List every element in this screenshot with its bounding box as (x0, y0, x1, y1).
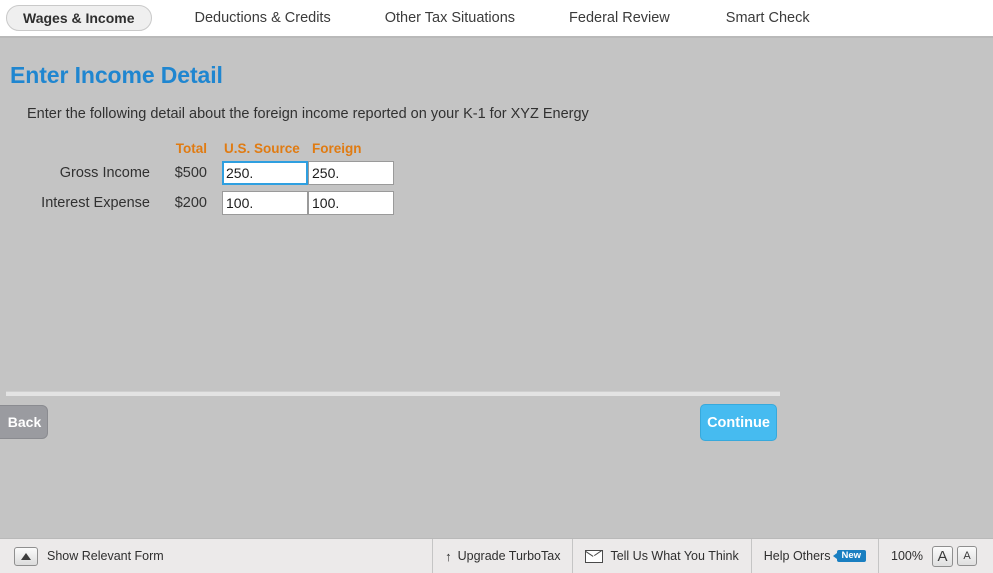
tab-deductions-credits[interactable]: Deductions & Credits (180, 5, 346, 31)
font-size-decrease-button[interactable]: A (957, 546, 977, 566)
triangle-up-icon[interactable] (14, 546, 38, 566)
show-relevant-form-item[interactable]: Show Relevant Form (0, 539, 432, 573)
row-total-interest-expense: $200 (174, 195, 207, 211)
table-header-us-source: U.S. Source (224, 140, 300, 156)
page-content: Enter Income Detail Enter the following … (0, 38, 993, 538)
table-header-row: Total U.S. Source Foreign (0, 138, 420, 158)
tab-smart-check[interactable]: Smart Check (711, 5, 825, 31)
footer-divider (6, 391, 780, 396)
help-others-label: Help Others (763, 549, 831, 563)
show-relevant-form-label: Show Relevant Form (47, 549, 164, 563)
status-bar: Show Relevant Form ↑ Upgrade TurboTax Te… (0, 538, 993, 573)
row-total-gross-income: $500 (174, 165, 207, 181)
table-row: Gross Income $500 (0, 158, 420, 188)
zoom-controls: 100% A A (879, 539, 993, 573)
us-source-cell-gross-income (222, 161, 308, 185)
help-others-item[interactable]: Help Others New (752, 539, 878, 573)
tab-wages-income[interactable]: Wages & Income (6, 5, 152, 31)
upgrade-turbotax-item[interactable]: ↑ Upgrade TurboTax (433, 539, 572, 573)
us-source-input-gross-income[interactable] (222, 161, 308, 185)
font-size-increase-button[interactable]: A (932, 545, 953, 567)
zoom-level-label: 100% (891, 549, 923, 563)
row-label-interest-expense: Interest Expense (41, 195, 150, 211)
page-intro-text: Enter the following detail about the for… (27, 106, 589, 122)
foreign-input-gross-income[interactable] (308, 161, 394, 185)
table-header-total: Total (175, 140, 207, 156)
income-detail-table: Total U.S. Source Foreign Gross Income $… (0, 138, 420, 218)
us-source-input-interest-expense[interactable] (222, 191, 308, 215)
tell-us-what-you-think-label: Tell Us What You Think (610, 549, 739, 563)
upgrade-turbotax-label: Upgrade TurboTax (457, 549, 561, 563)
us-source-cell-interest-expense (222, 191, 308, 215)
table-row: Interest Expense $200 (0, 188, 420, 218)
row-label-gross-income: Gross Income (59, 165, 150, 181)
tab-federal-review[interactable]: Federal Review (554, 5, 685, 31)
back-button[interactable]: Back (0, 405, 48, 439)
foreign-cell-interest-expense (308, 191, 394, 215)
envelope-icon (585, 549, 604, 563)
main-tab-bar: Wages & Income Deductions & Credits Othe… (0, 0, 993, 36)
tell-us-what-you-think-item[interactable]: Tell Us What You Think (573, 539, 750, 573)
continue-button[interactable]: Continue (700, 404, 777, 441)
tab-other-tax-situations[interactable]: Other Tax Situations (370, 5, 530, 31)
new-badge: New (833, 549, 867, 563)
table-header-foreign: Foreign (312, 140, 362, 156)
foreign-cell-gross-income (308, 161, 394, 185)
foreign-input-interest-expense[interactable] (308, 191, 394, 215)
page-title: Enter Income Detail (10, 62, 223, 88)
arrow-up-icon: ↑ (445, 548, 452, 564)
